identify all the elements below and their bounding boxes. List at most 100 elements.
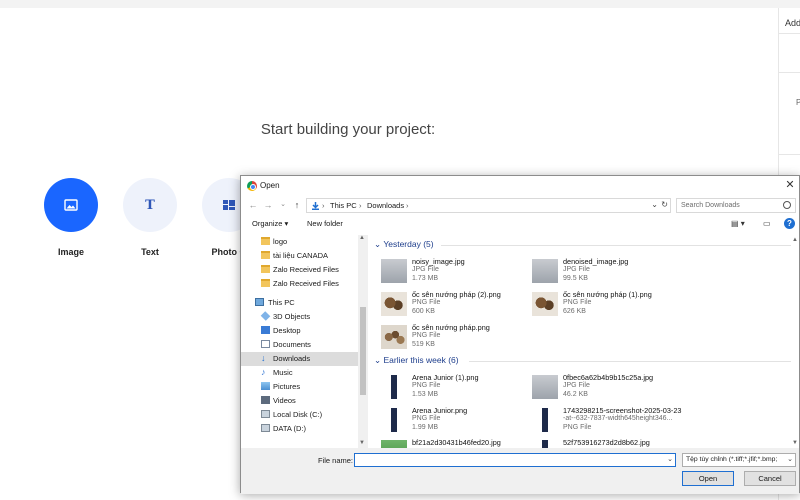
nav-scrollbar[interactable]: ▲ ▼ (358, 235, 368, 448)
nav-item-pictures[interactable]: Pictures (241, 380, 358, 394)
view-options-icon[interactable]: ▤ ▾ (731, 219, 745, 228)
nav-item-zalo-received-files[interactable]: Zalo Received Files (241, 277, 358, 291)
dialog-toolbar: Organize ▾ New folder ▤ ▾ ▭ ? (241, 216, 799, 232)
scroll-thumb[interactable] (360, 307, 366, 395)
nav-item-local-disk-c[interactable]: Local Disk (C:) (241, 408, 358, 422)
nav-item-downloads[interactable]: ↓ Downloads (241, 352, 358, 366)
image-icon (44, 178, 98, 232)
file-type: PNG File (563, 299, 592, 306)
nav-item-this-pc[interactable]: This PC (241, 296, 358, 310)
dialog-titlebar[interactable]: Open ✕ (241, 176, 799, 196)
top-bar (0, 0, 800, 8)
breadcrumb-downloads[interactable]: Downloads (367, 201, 404, 210)
nav-item-videos[interactable]: Videos (241, 394, 358, 408)
file-name-continued: -at--632-7837-width645height346... (563, 415, 673, 422)
file-item[interactable]: 52f753916273d2d8b62.jpg (532, 438, 682, 448)
folder-icon (261, 251, 270, 259)
chevron-down-icon[interactable]: ⌄ (651, 200, 658, 209)
nav-item-label: Zalo Received Files (273, 265, 339, 274)
file-item[interactable]: bf21a2d30431b46fed20.jpg (381, 438, 531, 448)
up-arrow-icon[interactable]: ↑ (291, 199, 303, 211)
file-item[interactable]: denoised_image.jpg JPG File 99.5 KB (532, 257, 682, 287)
search-placeholder: Search Downloads (681, 202, 740, 209)
text-icon: T (123, 178, 177, 232)
nav-item-label: Pictures (273, 382, 301, 391)
scroll-up-icon[interactable]: ▲ (792, 237, 798, 243)
file-size: 626 KB (563, 308, 586, 315)
nav-item-desktop[interactable]: Desktop (241, 324, 358, 338)
refresh-icon[interactable]: ↻ (661, 200, 668, 209)
file-item[interactable]: ốc sên nướng pháp (2).png PNG File 600 K… (381, 290, 531, 320)
forward-arrow-icon[interactable]: → (262, 199, 274, 211)
divider (779, 72, 800, 73)
scroll-down-icon[interactable]: ▼ (792, 440, 798, 446)
nav-item-label: Downloads (273, 354, 311, 363)
chevron-down-icon[interactable]: ⌄ (667, 455, 673, 463)
drive-icon (261, 424, 270, 432)
recent-dropdown-icon[interactable]: ⌄ (277, 199, 289, 211)
file-item[interactable]: ốc sên nướng pháp.png PNG File 519 KB (381, 323, 531, 353)
image-tool-button[interactable]: Image (44, 178, 98, 257)
address-row: ← → ⌄ ↑ › This PC › Downloads › ⌄ ↻ Sear… (241, 196, 799, 214)
open-button[interactable]: Open (682, 471, 734, 486)
dialog-title: Open (260, 181, 280, 190)
preview-pane-icon[interactable]: ▭ (763, 219, 771, 228)
folder-icon (261, 237, 270, 245)
file-item[interactable]: 1743298215-screenshot-2025-03-23 -at--63… (532, 406, 792, 436)
videos-icon (261, 396, 270, 404)
navigation-pane: logo tài liệu CANADA Zalo Received Files… (241, 235, 368, 448)
group-divider (469, 361, 791, 362)
file-thumbnail (381, 325, 407, 349)
nav-item-label: Music (273, 368, 293, 377)
file-thumbnail (532, 408, 558, 432)
file-name: noisy_image.jpg (412, 257, 465, 266)
file-item[interactable]: Arena Junior (1).png PNG File 1.53 MB (381, 373, 531, 403)
search-input[interactable]: Search Downloads (676, 198, 796, 213)
file-type: PNG File (412, 299, 441, 306)
back-arrow-icon[interactable]: ← (247, 199, 259, 211)
file-type: PNG File (412, 332, 441, 339)
divider (779, 33, 800, 34)
nav-item-data-d[interactable]: DATA (D:) (241, 422, 358, 436)
nav-item-zalo-received-files[interactable]: Zalo Received Files (241, 263, 358, 277)
group-header-yesterday[interactable]: ⌄ Yesterday (5) (374, 239, 434, 250)
drive-icon (261, 410, 270, 418)
organize-button[interactable]: Organize ▾ (252, 219, 288, 228)
nav-item-label: logo (273, 237, 288, 246)
nav-item-3d-objects[interactable]: 3D Objects (241, 310, 358, 324)
file-type-select[interactable]: Tệp tùy chỉnh (*.tiff;*.jfif;*.bmp; ⌄ (682, 453, 796, 467)
help-icon[interactable]: ? (784, 218, 795, 229)
group-divider (441, 245, 791, 246)
nav-item-logo[interactable]: logo (241, 235, 358, 249)
scroll-up-icon[interactable]: ▲ (359, 235, 365, 241)
breadcrumb-this-pc[interactable]: This PC (330, 201, 357, 210)
file-item[interactable]: 0fbec6a62b4b9b15c25a.jpg JPG File 46.2 K… (532, 373, 682, 403)
pictures-icon (261, 382, 270, 390)
nav-item-music[interactable]: ♪ Music (241, 366, 358, 380)
file-type: PNG File (412, 382, 441, 389)
file-name: ốc sên nướng pháp.png (412, 323, 490, 332)
scroll-down-icon[interactable]: ▼ (359, 440, 365, 446)
new-folder-button[interactable]: New folder (307, 219, 343, 228)
file-item[interactable]: ốc sên nướng pháp (1).png PNG File 626 K… (532, 290, 682, 320)
file-type: PNG File (563, 424, 592, 431)
group-header-earlier-this-week[interactable]: ⌄ Earlier this week (6) (374, 355, 459, 366)
downloads-icon: ↓ (261, 353, 266, 363)
file-list-scrollbar[interactable]: ▲ ▼ (791, 235, 799, 448)
file-name: 1743298215-screenshot-2025-03-23 (563, 406, 682, 415)
text-tool-button[interactable]: T Text (123, 178, 177, 257)
search-icon (783, 201, 791, 209)
file-type: JPG File (412, 266, 439, 273)
nav-item-tai-lieu-canada[interactable]: tài liệu CANADA (241, 249, 358, 263)
file-item[interactable]: Arena Junior.png PNG File 1.99 MB (381, 406, 531, 436)
file-item[interactable]: noisy_image.jpg JPG File 1.73 MB (381, 257, 531, 287)
file-name: denoised_image.jpg (563, 257, 629, 266)
file-name-input[interactable]: ⌄ (354, 453, 676, 467)
nav-item-documents[interactable]: Documents (241, 338, 358, 352)
folder-icon (261, 265, 270, 273)
file-type: JPG File (563, 382, 590, 389)
breadcrumb-separator: › (406, 201, 409, 210)
cancel-button[interactable]: Cancel (744, 471, 796, 486)
close-icon[interactable]: ✕ (783, 178, 797, 192)
address-bar[interactable]: › This PC › Downloads › ⌄ ↻ (306, 198, 671, 213)
